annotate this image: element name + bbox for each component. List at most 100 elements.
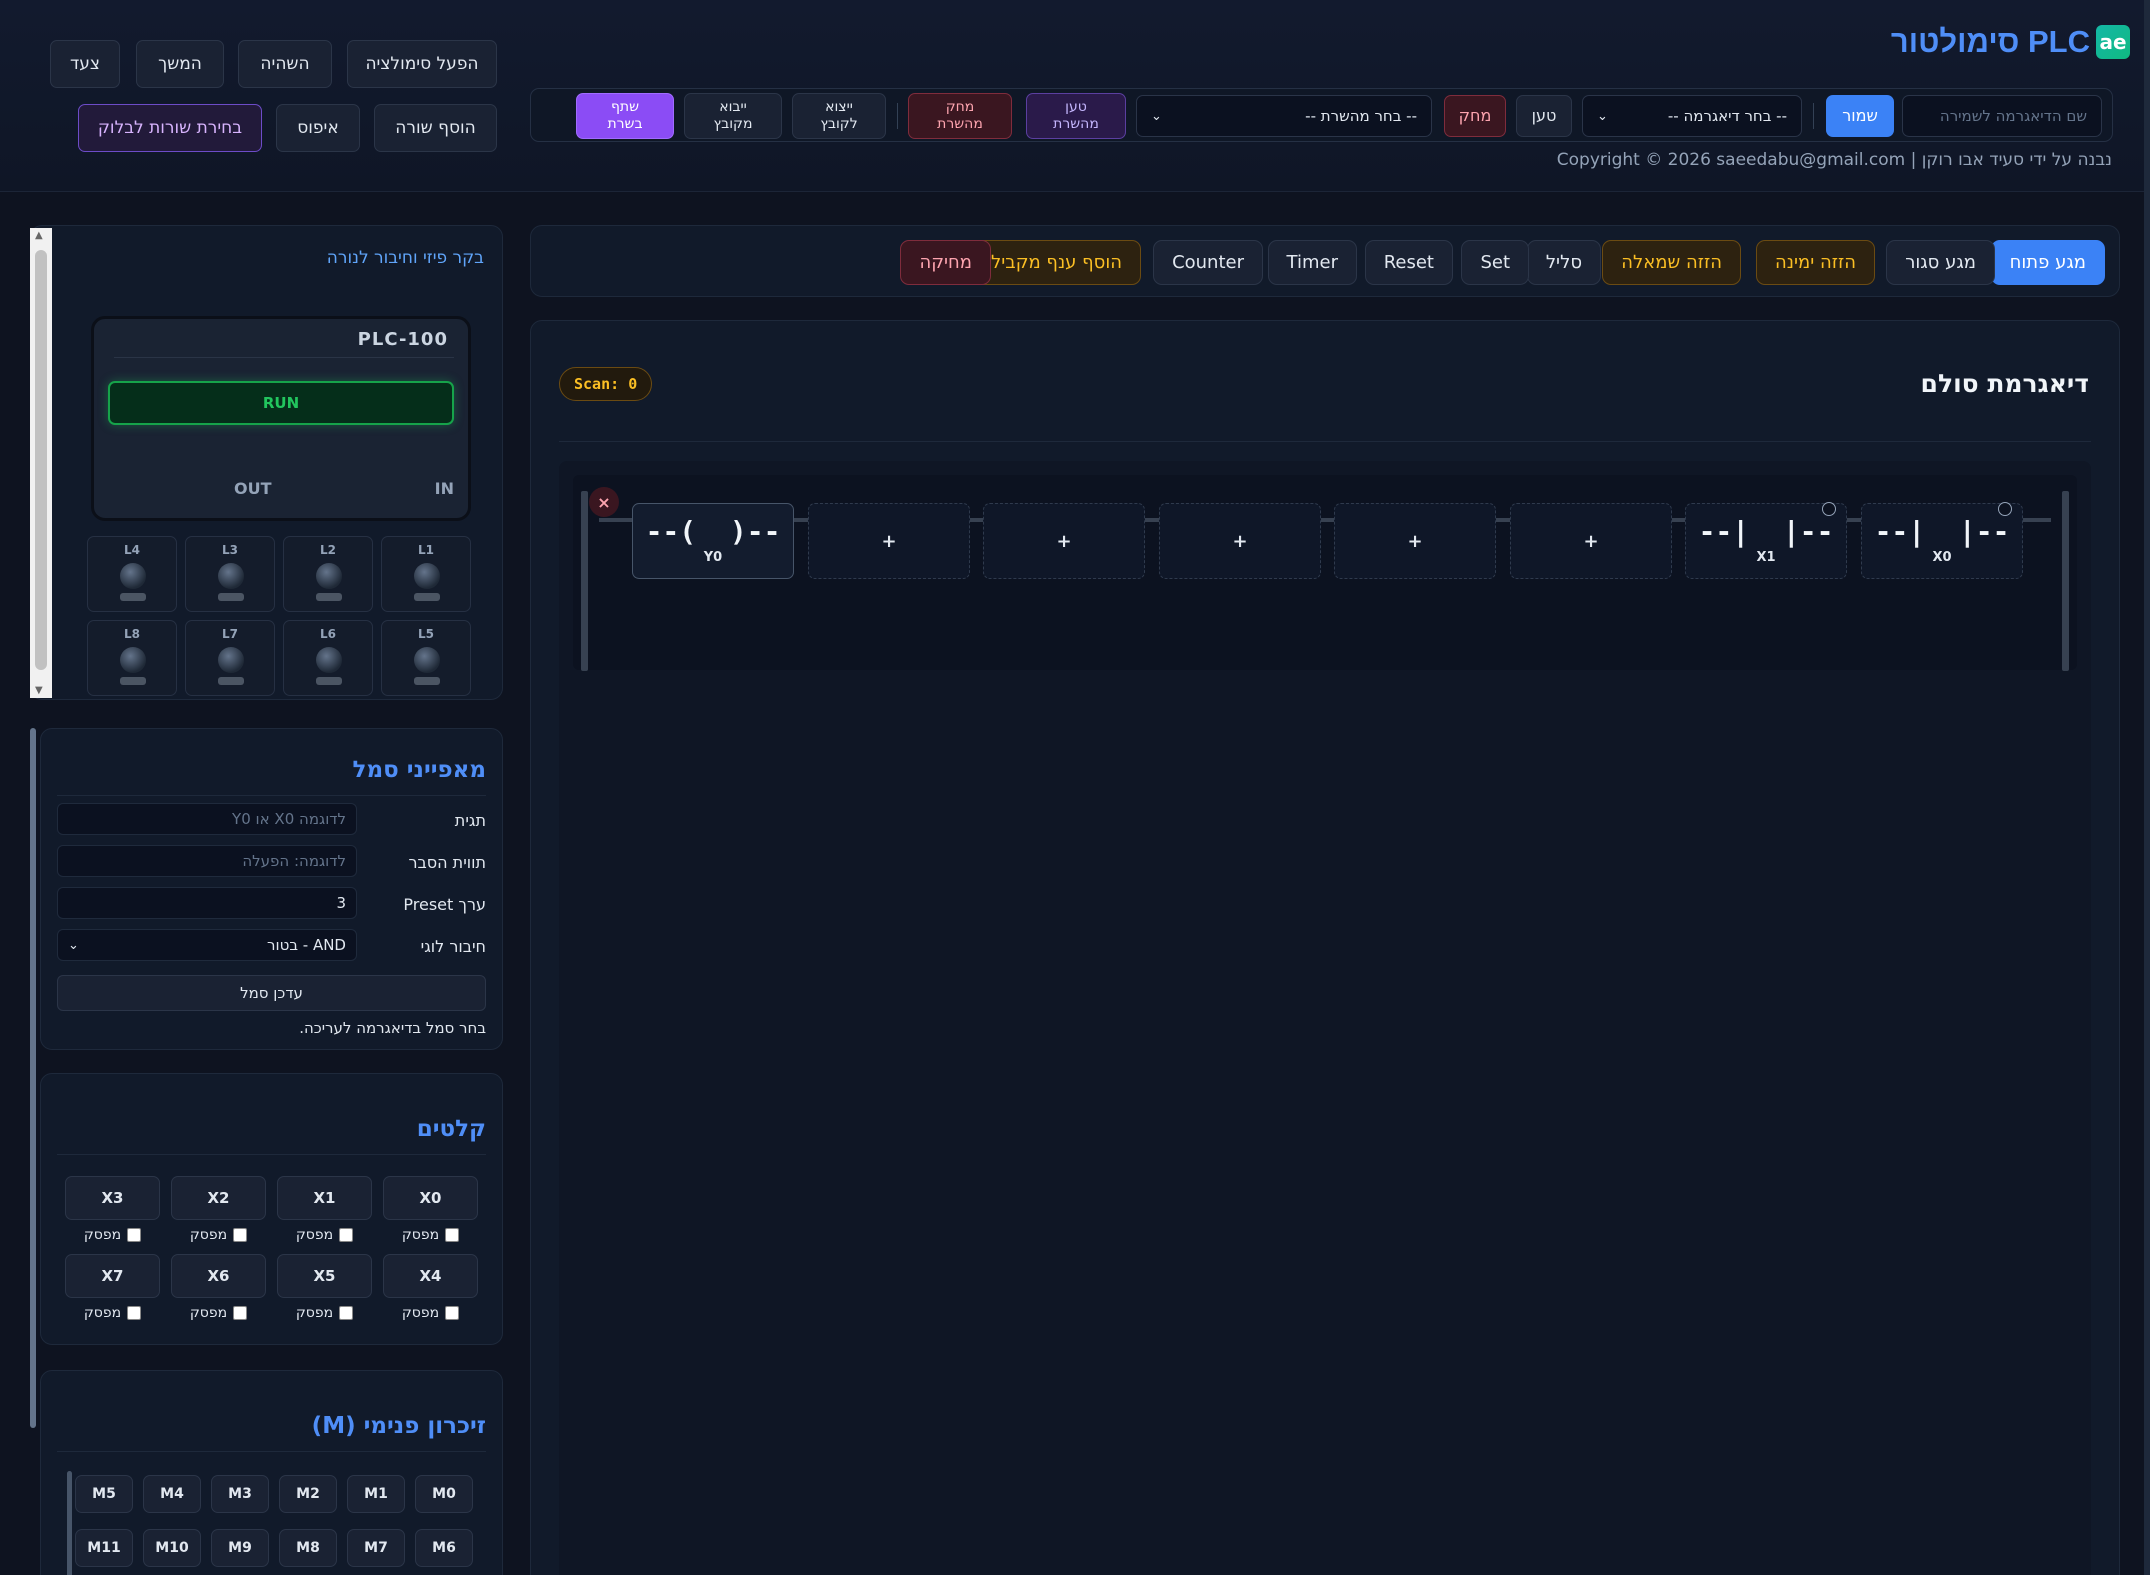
latch-checkbox[interactable] [233,1228,248,1242]
logic-label: חיבור לוגי [420,937,486,956]
right-power-rail [2062,491,2069,671]
nc-contact-button[interactable]: מגע סגור [1886,240,1995,285]
latch-x4[interactable]: מפסק [383,1303,478,1323]
input-x2-button[interactable]: X2 [171,1176,266,1220]
reset-button[interactable]: Reset [1364,240,1453,285]
tag-input[interactable]: לדוגמה X0 או Y0 [57,803,357,835]
no-contact-button[interactable]: מגע פתוח [1990,240,2105,285]
rung-row[interactable]: × --| |-- X0 --| |-- X1 + + + + + --()-… [573,475,2077,671]
input-x5-button[interactable]: X5 [277,1254,372,1298]
bulb-icon [316,563,342,589]
memory-m3-button[interactable]: M3 [211,1475,269,1513]
input-x3-button[interactable]: X3 [65,1176,160,1220]
pause-button[interactable]: השהיה [238,40,332,88]
latch-x7[interactable]: מפסק [65,1303,160,1323]
memory-m0-button[interactable]: M0 [415,1475,473,1513]
load-from-server-button[interactable]: טען מהשרת [1026,93,1126,139]
cell-tag: Y0 [703,549,723,565]
resume-button[interactable]: המשך [136,40,224,88]
step-button[interactable]: צעד [50,40,120,88]
lamp-base [414,677,440,685]
input-x4-button[interactable]: X4 [383,1254,478,1298]
coil-button[interactable]: סליל [1526,240,1601,285]
latch-checkbox[interactable] [445,1228,460,1242]
scan-counter-badge: Scan: 0 [559,367,653,401]
memory-m10-button[interactable]: M10 [143,1529,201,1567]
ladder-cell-empty[interactable]: + [983,503,1145,579]
timer-button[interactable]: Timer [1267,240,1357,285]
latch-checkbox[interactable] [445,1306,460,1320]
shift-left-button[interactable]: הזזה שמאלה [1602,240,1741,285]
sidebar-scrollbar[interactable] [30,728,36,1428]
share-server-button[interactable]: שתף בשרת [576,93,674,139]
delete-from-server-button[interactable]: מחק מהשרת [908,93,1012,139]
memory-scrollbar[interactable] [67,1471,72,1575]
ladder-cell-empty[interactable]: + [1334,503,1496,579]
sim-panel-scrollbar[interactable]: ▲ ▼ [30,228,52,698]
ladder-cell-empty[interactable]: + [808,503,970,579]
memory-m7-button[interactable]: M7 [347,1529,405,1567]
memory-m5-button[interactable]: M5 [75,1475,133,1513]
latch-x6[interactable]: מפסק [171,1303,266,1323]
latch-checkbox[interactable] [339,1306,354,1320]
latch-x1[interactable]: מפסק [277,1225,372,1245]
logic-select[interactable]: AND - בטור ⌄ [57,929,357,961]
erase-button[interactable]: מחיקה [900,240,991,285]
save-button[interactable]: שמור [1826,95,1894,137]
latch-checkbox[interactable] [233,1306,248,1320]
description-input[interactable]: לדוגמה: הפעלה [57,845,357,877]
latch-checkbox[interactable] [127,1228,142,1242]
memory-m11-button[interactable]: M11 [75,1529,133,1567]
diagram-name-input[interactable]: שם הדיאגרמה לשמירה [1902,95,2102,137]
latch-x0[interactable]: מפסק [383,1225,478,1245]
memory-m6-button[interactable]: M6 [415,1529,473,1567]
memory-m4-button[interactable]: M4 [143,1475,201,1513]
memory-m8-button[interactable]: M8 [279,1529,337,1567]
server-version-select[interactable]: -- בחר מהשרת -- ⌄ [1136,95,1432,137]
shift-right-button[interactable]: הזזה ימינה [1756,240,1875,285]
coil-symbol: --( )-- [645,514,781,548]
separator [897,103,898,129]
select-rows-button[interactable]: בחירת שורות לבלוק [78,104,262,152]
add-row-button[interactable]: הוסף שורה [374,104,497,152]
ladder-canvas[interactable]: × --| |-- X0 --| |-- X1 + + + + + --()-… [559,461,2091,1575]
memory-m1-button[interactable]: M1 [347,1475,405,1513]
set-button[interactable]: Set [1461,240,1529,285]
input-x7-button[interactable]: X7 [65,1254,160,1298]
reset-simulation-button[interactable]: איפוס [276,104,360,152]
latch-x2[interactable]: מפסק [171,1225,266,1245]
counter-button[interactable]: Counter [1153,240,1263,285]
scroll-down-icon[interactable]: ▼ [35,685,43,696]
ladder-cell-contact-x1[interactable]: --| |-- X1 [1685,502,1847,579]
latch-x5[interactable]: מפסק [277,1303,372,1323]
import-file-button[interactable]: ייבוא מקובץ [684,93,782,139]
input-x6-button[interactable]: X6 [171,1254,266,1298]
circle-icon [1822,502,1836,516]
load-button[interactable]: טען [1516,95,1572,137]
cell-tag: X1 [1756,549,1776,565]
logic-value: AND - בטור [267,936,346,954]
delete-button[interactable]: מחק [1444,95,1506,137]
export-file-button[interactable]: ייצוא לקובץ [792,93,886,139]
ladder-cell-empty[interactable]: + [1510,503,1672,579]
input-x0-button[interactable]: X0 [383,1176,478,1220]
preset-input[interactable]: 3 [57,887,357,919]
scrollbar-thumb[interactable] [35,250,47,670]
diagram-select[interactable]: -- בחר דיאגרמה -- ⌄ [1582,95,1802,137]
delete-rung-icon[interactable]: × [589,487,619,517]
latch-checkbox[interactable] [127,1306,142,1320]
tag-label: תגית [454,811,486,830]
page-scrollbar[interactable] [2144,0,2150,1575]
ladder-cell-contact-x0[interactable]: --| |-- X0 [1861,502,2023,579]
memory-m9-button[interactable]: M9 [211,1529,269,1567]
ladder-cell-empty[interactable]: + [1159,503,1321,579]
latch-x3[interactable]: מפסק [65,1225,160,1245]
memory-m2-button[interactable]: M2 [279,1475,337,1513]
scroll-up-icon[interactable]: ▲ [35,230,43,241]
input-x1-button[interactable]: X1 [277,1176,372,1220]
latch-checkbox[interactable] [339,1228,354,1242]
start-simulation-button[interactable]: הפעל סימולציה [347,40,497,88]
add-parallel-branch-button[interactable]: הוסף ענף מקביל [972,240,1141,285]
update-symbol-button[interactable]: עדכן סמל [57,975,486,1011]
ladder-cell-coil-y0[interactable]: --( )-- Y0 [632,503,794,579]
